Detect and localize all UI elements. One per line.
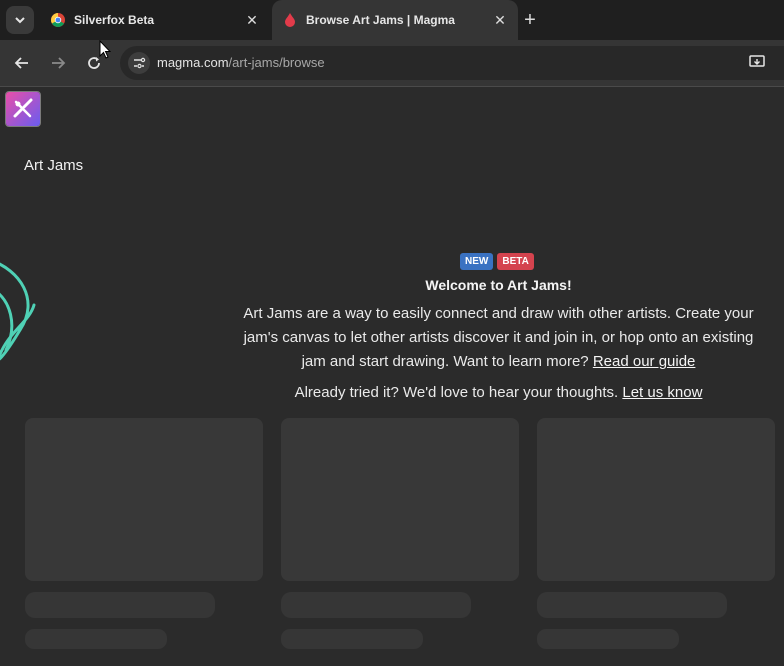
intro-description: Art Jams are a way to easily connect and…	[240, 302, 757, 374]
skeleton-title-bar	[537, 592, 727, 618]
url-path: /art-jams/browse	[228, 55, 325, 70]
new-tab-button[interactable]: +	[520, 10, 540, 30]
jam-card-skeleton	[25, 418, 263, 581]
tab-search-button[interactable]	[6, 6, 34, 34]
tab-title: Silverfox Beta	[74, 13, 155, 27]
arrow-right-icon	[52, 57, 66, 69]
close-tab-icon[interactable]: ✕	[242, 10, 262, 30]
jam-card-skeleton	[281, 418, 519, 581]
mouse-pointer-icon	[99, 40, 111, 59]
url-host: magma.com	[157, 55, 229, 70]
url-text: magma.com/art-jams/browse	[157, 55, 325, 70]
beta-badge: BETA	[497, 253, 534, 270]
address-bar[interactable]: magma.com/art-jams/browse	[120, 46, 784, 80]
chrome-icon	[50, 12, 66, 28]
forward-button[interactable]	[46, 51, 70, 75]
page-title: Art Jams	[24, 157, 84, 174]
chevron-down-icon	[15, 17, 25, 24]
skeleton-title-bar	[25, 592, 215, 618]
close-tab-icon[interactable]: ✕	[490, 10, 510, 30]
feedback-text: Already tried it? We'd love to hear your…	[294, 384, 619, 401]
tab-title: Browse Art Jams | Magma	[306, 13, 455, 27]
site-settings-icon[interactable]	[128, 52, 150, 74]
welcome-title: Welcome to Art Jams!	[425, 277, 572, 293]
new-badge: NEW	[460, 253, 494, 270]
read-guide-link[interactable]: Read our guide	[593, 353, 696, 370]
magma-drop-icon	[282, 12, 298, 28]
swirl-illustration	[0, 262, 36, 361]
tab-silverfox-beta[interactable]: Silverfox Beta ✕	[40, 0, 270, 40]
feature-badges: NEW BETA	[460, 253, 534, 270]
skeleton-subtitle-bar	[537, 629, 679, 649]
jam-card-skeleton	[537, 418, 775, 581]
feedback-line: Already tried it? We'd love to hear your…	[200, 384, 784, 401]
skeleton-subtitle-bar	[281, 629, 423, 649]
back-button[interactable]	[10, 51, 34, 75]
skeleton-title-bar	[281, 592, 471, 618]
browser-toolbar: magma.com/art-jams/browse	[0, 40, 784, 87]
tab-browse-art-jams[interactable]: Browse Art Jams | Magma ✕	[272, 0, 518, 40]
tab-strip: Silverfox Beta ✕ Browse Art Jams | Magma…	[0, 0, 784, 40]
magma-logo[interactable]	[5, 91, 41, 127]
skeleton-subtitle-bar	[25, 629, 167, 649]
let-us-know-link[interactable]: Let us know	[622, 384, 702, 401]
install-app-icon[interactable]	[748, 53, 766, 76]
arrow-left-icon	[14, 57, 28, 69]
